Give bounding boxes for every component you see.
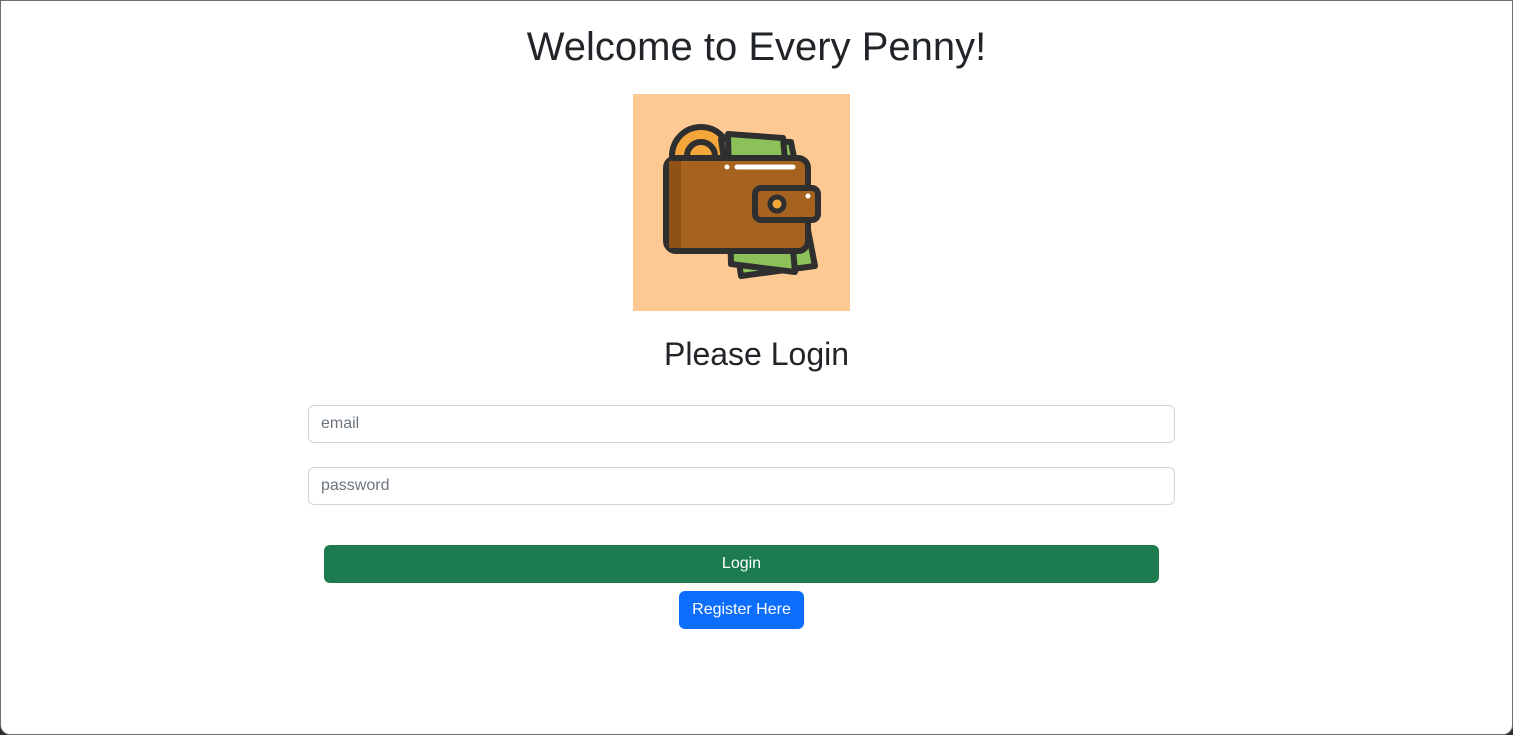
logo	[633, 94, 850, 311]
app-window: Welcome to Every Penny! Please Login Log…	[0, 0, 1513, 735]
register-button[interactable]: Register Here	[679, 591, 804, 629]
email-field[interactable]	[308, 405, 1175, 443]
wallet-icon	[663, 124, 821, 279]
login-heading: Please Login	[663, 336, 850, 372]
password-field[interactable]	[308, 467, 1175, 505]
login-button[interactable]: Login	[324, 545, 1159, 583]
page-title: Welcome to Every Penny!	[526, 25, 987, 69]
